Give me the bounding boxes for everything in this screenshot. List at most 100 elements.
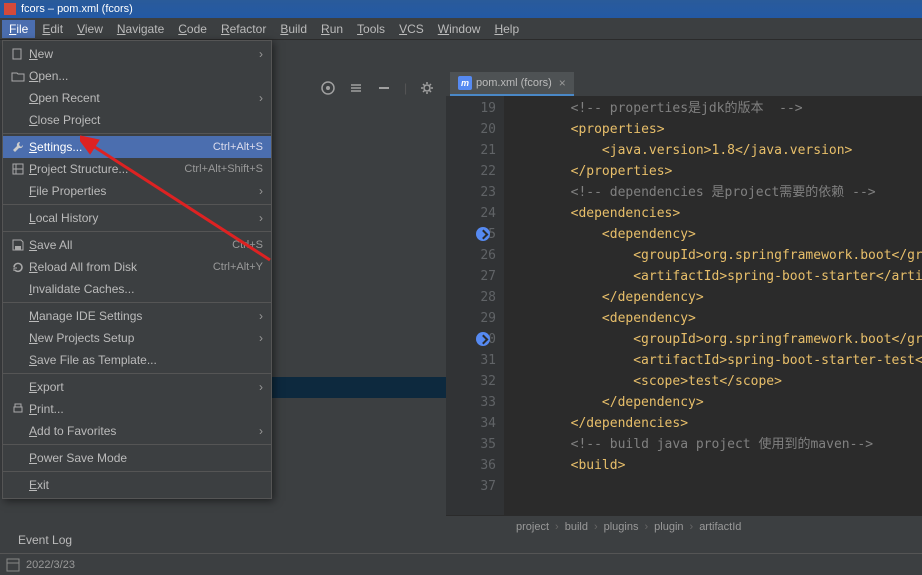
chevron-right-icon: › <box>253 331 263 345</box>
menubar: FileEditViewNavigateCodeRefactorBuildRun… <box>0 18 922 40</box>
file-menu-save-all[interactable]: Save AllCtrl+S <box>3 234 271 256</box>
titlebar: fcors – pom.xml (fcors) <box>0 0 922 18</box>
target-icon[interactable] <box>320 80 336 96</box>
menu-shortcut: Ctrl+Alt+Y <box>213 261 263 273</box>
statusbar: 2022/3/23 <box>0 553 922 575</box>
file-menu-local-history[interactable]: Local History› <box>3 207 271 229</box>
file-menu-exit[interactable]: Exit <box>3 474 271 496</box>
file-menu-print[interactable]: Print... <box>3 398 271 420</box>
file-menu: New›Open...Open Recent›Close ProjectSett… <box>2 40 272 499</box>
code-area[interactable]: <!-- properties是jdk的版本 --> <properties> … <box>508 98 922 476</box>
menubar-code[interactable]: Code <box>171 20 214 38</box>
menubar-file[interactable]: File <box>2 20 35 38</box>
menu-item-label: Save All <box>27 238 232 252</box>
menu-item-label: Export <box>27 380 253 394</box>
event-log-label[interactable]: Event Log <box>18 533 72 547</box>
menu-item-label: Open Recent <box>27 91 253 105</box>
file-menu-close-project[interactable]: Close Project <box>3 109 271 131</box>
tab-label: pom.xml (fcors) <box>476 77 552 89</box>
menubar-window[interactable]: Window <box>431 20 488 38</box>
chevron-right-icon: › <box>253 211 263 225</box>
menubar-edit[interactable]: Edit <box>35 20 70 38</box>
file-menu-open-recent[interactable]: Open Recent› <box>3 87 271 109</box>
menu-item-label: New Projects Setup <box>27 331 253 345</box>
file-menu-power-save-mode[interactable]: Power Save Mode <box>3 447 271 469</box>
breadcrumb-project[interactable]: project <box>516 521 549 533</box>
chevron-right-icon: › <box>253 309 263 323</box>
maven-icon: m <box>458 76 472 90</box>
expand-icon[interactable] <box>348 80 364 96</box>
menu-shortcut: Ctrl+S <box>232 239 263 251</box>
menubar-navigate[interactable]: Navigate <box>110 20 171 38</box>
file-menu-file-properties[interactable]: File Properties› <box>3 180 271 202</box>
breadcrumb: project › build › plugins › plugin › artifactId <box>446 515 922 537</box>
code-editor[interactable]: 19202122232425262728293031323334353637 <… <box>446 96 922 515</box>
file-menu-new[interactable]: New› <box>3 43 271 65</box>
gutter-run-icon[interactable] <box>476 227 490 241</box>
menu-item-label: New <box>27 47 253 61</box>
menu-item-label: Manage IDE Settings <box>27 309 253 323</box>
file-menu-settings[interactable]: Settings...Ctrl+Alt+S <box>3 136 271 158</box>
chevron-right-icon: › <box>555 521 559 533</box>
menubar-view[interactable]: View <box>70 20 110 38</box>
chevron-right-icon: › <box>253 47 263 61</box>
menu-item-label: Close Project <box>27 113 263 127</box>
menubar-tools[interactable]: Tools <box>350 20 392 38</box>
save-icon <box>9 238 27 252</box>
statusbar-icon[interactable] <box>6 558 20 572</box>
new-icon <box>9 47 27 61</box>
collapse-icon[interactable] <box>376 80 392 96</box>
file-menu-invalidate-caches[interactable]: Invalidate Caches... <box>3 278 271 300</box>
menu-item-label: Project Structure... <box>27 162 184 176</box>
gutter-icons <box>476 96 498 515</box>
menubar-help[interactable]: Help <box>487 20 526 38</box>
menu-item-label: Local History <box>27 211 253 225</box>
breadcrumb-plugins[interactable]: plugins <box>604 521 639 533</box>
gear-icon[interactable] <box>419 80 435 96</box>
menubar-build[interactable]: Build <box>273 20 314 38</box>
menu-item-label: Print... <box>27 402 263 416</box>
tab-pom-xml[interactable]: m pom.xml (fcors) × <box>450 72 574 96</box>
file-menu-project-structure[interactable]: Project Structure...Ctrl+Alt+Shift+S <box>3 158 271 180</box>
breadcrumb-plugin[interactable]: plugin <box>654 521 683 533</box>
chevron-right-icon: › <box>690 521 694 533</box>
status-date: 2022/3/23 <box>26 559 75 571</box>
reload-icon <box>9 260 27 274</box>
gutter-run-icon[interactable] <box>476 332 490 346</box>
chevron-right-icon: › <box>253 184 263 198</box>
menu-shortcut: Ctrl+Alt+S <box>213 141 263 153</box>
chevron-right-icon: › <box>253 424 263 438</box>
chevron-right-icon: › <box>253 380 263 394</box>
breadcrumb-artifactId[interactable]: artifactId <box>699 521 741 533</box>
menubar-run[interactable]: Run <box>314 20 350 38</box>
file-menu-export[interactable]: Export› <box>3 376 271 398</box>
close-icon[interactable]: × <box>559 76 566 90</box>
menu-item-label: Settings... <box>27 140 213 154</box>
menu-item-label: Save File as Template... <box>27 353 263 367</box>
file-menu-save-file-as-template[interactable]: Save File as Template... <box>3 349 271 371</box>
file-menu-manage-ide-settings[interactable]: Manage IDE Settings› <box>3 305 271 327</box>
menu-item-label: File Properties <box>27 184 253 198</box>
breadcrumb-build[interactable]: build <box>565 521 588 533</box>
file-menu-reload-all-from-disk[interactable]: Reload All from DiskCtrl+Alt+Y <box>3 256 271 278</box>
window-title: fcors – pom.xml (fcors) <box>21 3 133 15</box>
file-menu-open[interactable]: Open... <box>3 65 271 87</box>
menubar-vcs[interactable]: VCS <box>392 20 431 38</box>
file-menu-new-projects-setup[interactable]: New Projects Setup› <box>3 327 271 349</box>
menu-item-label: Reload All from Disk <box>27 260 213 274</box>
menu-item-label: Power Save Mode <box>27 451 263 465</box>
app-icon <box>4 3 16 15</box>
chevron-right-icon: › <box>594 521 598 533</box>
file-menu-add-to-favorites[interactable]: Add to Favorites› <box>3 420 271 442</box>
print-icon <box>9 402 27 416</box>
project-panel-selection <box>272 377 446 398</box>
chevron-right-icon: › <box>644 521 648 533</box>
menubar-refactor[interactable]: Refactor <box>214 20 273 38</box>
editor-tabs: m pom.xml (fcors) × <box>450 72 574 96</box>
structure-icon <box>9 162 27 176</box>
menu-item-label: Add to Favorites <box>27 424 253 438</box>
menu-item-label: Open... <box>27 69 263 83</box>
toolbar-icons: | <box>320 80 463 96</box>
chevron-right-icon: › <box>253 91 263 105</box>
menu-item-label: Invalidate Caches... <box>27 282 263 296</box>
